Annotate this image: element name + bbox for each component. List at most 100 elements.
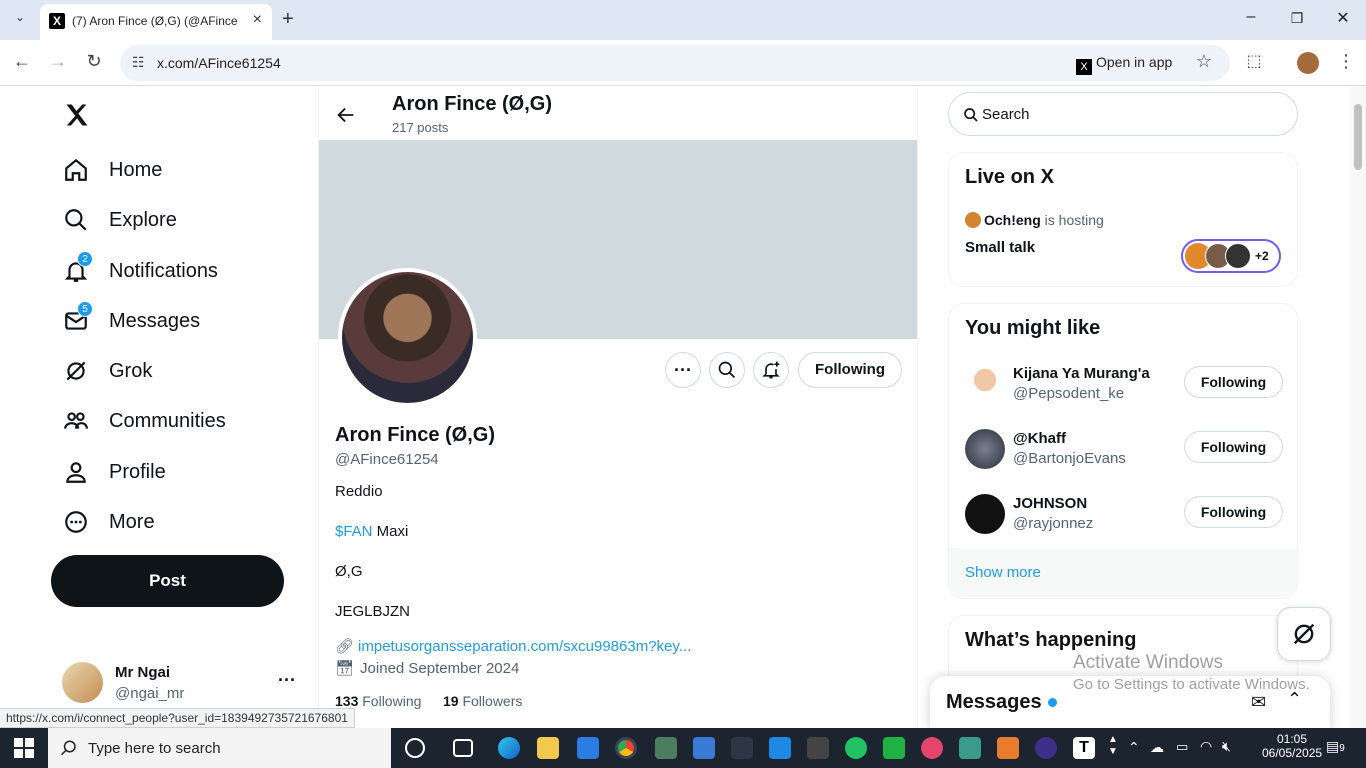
back-icon[interactable]: ← [10,51,34,72]
app-icon[interactable] [845,737,867,759]
website-link[interactable]: impetusorgansseparation.com/sxcu99863m?k… [358,638,691,655]
url-text: x.com/AFince61254 [157,55,281,71]
action-center-icon[interactable]: ▤9 [1326,738,1345,755]
taskbar-scroll-icon[interactable]: ▲ ▼ [1108,734,1118,758]
suggest-item[interactable]: @Khaff @BartonjoEvans Following [965,427,1283,471]
show-more-link[interactable]: Show more [965,564,1041,581]
search-box[interactable]: Search [948,92,1298,136]
page-scrollbar[interactable] [1350,87,1366,728]
home-icon [62,156,90,184]
scrollbar-thumb[interactable] [1354,104,1362,170]
notif-count: 9 [1339,743,1345,754]
new-tab-icon[interactable]: + [282,8,294,31]
nav-communities-label: Communities [109,409,226,432]
messages-drawer-title: Messages [946,691,1042,713]
battery-icon[interactable]: ▭ [1176,739,1188,755]
wifi-icon[interactable]: ◠ [1200,738,1212,755]
app-icon[interactable] [1035,737,1057,759]
app-icon[interactable] [807,737,829,759]
store-icon[interactable] [577,737,599,759]
nav-messages[interactable]: 5 Messages [62,301,200,341]
space-listeners[interactable]: +2 [1181,239,1281,273]
suggest-handle: @rayjonnez [1013,515,1094,532]
nav-notifications[interactable]: 2 Notifications [62,251,218,291]
tab-title: (7) Aron Fince (Ø,G) (@AFince61254) / X [72,14,238,28]
following-stat[interactable]: 133 Following [335,693,421,709]
browser-tab[interactable]: X (7) Aron Fince (Ø,G) (@AFince61254) / … [40,4,272,40]
nav-profile[interactable]: Profile [62,452,166,492]
edge-icon[interactable] [498,737,520,759]
nav-more[interactable]: More [62,502,155,542]
windows-activation-watermark: Activate Windows Go to Settings to activ… [1073,652,1310,693]
onedrive-icon[interactable]: ☁ [1150,739,1164,756]
app-icon[interactable]: T [1073,737,1095,759]
suggest-following-button[interactable]: Following [1184,431,1283,463]
taskbar-clock[interactable]: 01:05 06/05/2025 [1262,732,1322,760]
windows-start-icon[interactable] [14,738,34,763]
post-button[interactable]: Post [51,555,284,607]
app-icon[interactable] [693,737,715,759]
following-button[interactable]: Following [798,352,902,388]
calendar-icon: 📅︎ [335,660,355,677]
app-icon[interactable] [731,737,753,759]
account-handle: @ngai_mr [115,685,185,702]
suggest-item[interactable]: JOHNSON @rayjonnez Following [965,492,1283,536]
forward-icon[interactable]: → [46,51,70,72]
app-icon[interactable] [883,737,905,759]
app-icon[interactable] [655,737,677,759]
listener-avatar [1225,243,1251,269]
account-switcher[interactable]: Mr Ngai @ngai_mr ··· [62,662,312,706]
tray-overflow-icon[interactable]: ⌃ [1128,739,1140,756]
profile-avatar[interactable] [338,268,477,407]
nav-home[interactable]: Home [62,150,162,190]
host-name: Och!eng [984,212,1041,228]
app-icon[interactable] [769,737,791,759]
profile-more-button[interactable]: ··· [665,352,701,388]
suggest-avatar [965,429,1005,469]
app-icon[interactable] [921,737,943,759]
browser-profile-avatar[interactable] [1297,52,1319,74]
suggest-item[interactable]: Kijana Ya Murang'a @Pepsodent_ke Followi… [965,362,1283,406]
volume-muted-icon[interactable]: 🔇︎ [1222,738,1231,755]
followers-stat[interactable]: 19 Followers [443,693,522,709]
file-explorer-icon[interactable] [537,737,559,759]
new-message-icon[interactable]: ✉︎ [1251,692,1266,713]
suggest-name: @Khaff [1013,430,1066,447]
search-input[interactable]: Search [982,106,1030,123]
bookmark-star-icon[interactable]: ☆ [1192,51,1216,72]
tab-search-icon[interactable]: ⌄ [10,10,30,30]
profile-search-button[interactable] [709,352,745,388]
restore-icon[interactable]: ❐ [1285,10,1309,27]
clock-time: 01:05 [1276,732,1308,746]
minimize-icon[interactable]: – [1239,8,1263,26]
app-icon[interactable] [997,737,1019,759]
taskbar-search-input[interactable]: Type here to search [88,740,221,757]
chrome-icon[interactable] [615,737,637,759]
nav-grok[interactable]: Grok [62,351,152,391]
browser-menu-icon[interactable]: ⋮ [1334,51,1358,72]
task-view-icon[interactable] [453,739,473,757]
address-bar[interactable]: ☷ x.com/AFince61254 X Open in app [120,45,1230,81]
bio-line-4: JEGLBJZN [335,603,411,620]
suggest-following-button[interactable]: Following [1184,366,1283,398]
back-arrow-icon[interactable] [335,104,357,131]
live-card[interactable]: Live on X Och!eng is hosting Small talk … [948,152,1298,287]
people-icon [62,407,90,435]
nav-explore[interactable]: Explore [62,200,177,240]
x-logo-icon[interactable] [63,101,91,134]
nav-profile-label: Profile [109,460,166,483]
cashtag-link[interactable]: $FAN [335,523,373,540]
taskbar-search[interactable]: Type here to search [48,728,391,768]
tab-close-icon[interactable]: × [253,11,262,29]
open-in-app-button[interactable]: X Open in app [1076,54,1172,75]
suggest-following-button[interactable]: Following [1184,496,1283,528]
nav-communities[interactable]: Communities [62,401,226,441]
reload-icon[interactable]: ↻ [82,51,106,72]
notify-button[interactable] [753,352,789,388]
app-icon[interactable] [959,737,981,759]
cortana-icon[interactable] [405,738,425,758]
window-close-icon[interactable]: ✕ [1331,8,1355,28]
site-info-icon[interactable]: ☷ [132,54,145,71]
show-more-row[interactable]: Show more [949,548,1297,598]
extensions-icon[interactable]: ⬚ [1242,51,1266,71]
